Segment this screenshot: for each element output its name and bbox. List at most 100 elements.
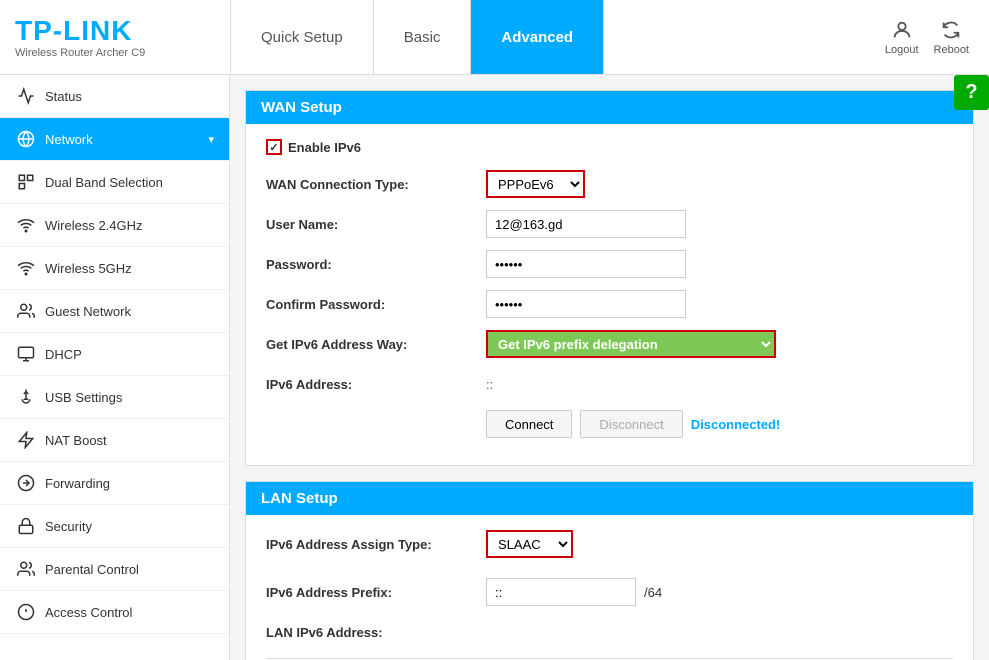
assign-type-row: IPv6 Address Assign Type: SLAAC DHCPv6 D… <box>266 530 953 558</box>
disconnect-button[interactable]: Disconnect <box>580 410 682 438</box>
sidebar-item-label: Dual Band Selection <box>45 175 163 190</box>
wireless-24-icon <box>15 214 37 236</box>
password-input[interactable] <box>486 250 686 278</box>
sidebar-item-nat-boost[interactable]: NAT Boost <box>0 419 229 462</box>
sidebar-item-forwarding[interactable]: Forwarding <box>0 462 229 505</box>
username-control <box>486 210 686 238</box>
password-label: Password: <box>266 257 486 272</box>
sidebar-item-dhcp[interactable]: DHCP <box>0 333 229 376</box>
wan-setup-body: Enable IPv6 WAN Connection Type: PPPoEv6… <box>246 124 973 465</box>
wan-connection-type-select[interactable]: PPPoEv6 DHCPv6 Static IPv6 <box>486 170 585 198</box>
sidebar: Status Network ▾ Dual Band Selection <box>0 75 230 660</box>
header-actions: Logout Reboot <box>865 19 989 56</box>
content-area: ? WAN Setup Enable IPv6 WAN Connection T… <box>230 75 989 660</box>
connect-row: Connect Disconnect Disconnected! <box>266 410 953 438</box>
assign-type-control: SLAAC DHCPv6 Disabled <box>486 530 573 558</box>
sidebar-item-parental-control[interactable]: Parental Control <box>0 548 229 591</box>
network-icon <box>15 128 37 150</box>
lan-setup-section: LAN Setup IPv6 Address Assign Type: SLAA… <box>245 481 974 660</box>
wan-connection-type-control: PPPoEv6 DHCPv6 Static IPv6 <box>486 170 585 198</box>
enable-ipv6-label: Enable IPv6 <box>288 140 361 155</box>
sidebar-item-label: Wireless 5GHz <box>45 261 132 276</box>
sidebar-item-label: Security <box>45 519 92 534</box>
ipv6-address-row: IPv6 Address: :: <box>266 370 953 398</box>
tab-quick-setup[interactable]: Quick Setup <box>230 0 374 74</box>
get-ipv6-control: Get IPv6 prefix delegation Use IP addres… <box>486 330 776 358</box>
assign-type-label: IPv6 Address Assign Type: <box>266 537 486 552</box>
get-ipv6-label: Get IPv6 Address Way: <box>266 337 486 352</box>
confirm-password-row: Confirm Password: <box>266 290 953 318</box>
dhcp-icon <box>15 343 37 365</box>
confirm-password-control <box>486 290 686 318</box>
logout-label: Logout <box>885 44 919 56</box>
forwarding-icon <box>15 472 37 494</box>
connect-controls: Connect Disconnect Disconnected! <box>486 410 780 438</box>
nat-icon <box>15 429 37 451</box>
prefix-control: /64 <box>486 578 662 606</box>
sidebar-item-label: Guest Network <box>45 304 131 319</box>
enable-ipv6-row: Enable IPv6 <box>266 139 953 155</box>
sidebar-item-label: Status <box>45 89 82 104</box>
lan-ipv6-row: LAN IPv6 Address: <box>266 618 953 646</box>
reboot-label: Reboot <box>934 44 969 56</box>
wireless-5-icon <box>15 257 37 279</box>
sidebar-item-label: Access Control <box>45 605 132 620</box>
prefix-suffix: /64 <box>644 585 662 600</box>
logout-button[interactable]: Logout <box>885 19 919 56</box>
sidebar-item-label: NAT Boost <box>45 433 107 448</box>
ipv6-address-value: :: <box>486 377 493 392</box>
reboot-button[interactable]: Reboot <box>934 19 969 56</box>
confirm-password-label: Confirm Password: <box>266 297 486 312</box>
tab-basic[interactable]: Basic <box>374 0 472 74</box>
guest-network-icon <box>15 300 37 322</box>
confirm-password-input[interactable] <box>486 290 686 318</box>
help-button[interactable]: ? <box>954 75 989 110</box>
main-layout: Status Network ▾ Dual Band Selection <box>0 75 989 660</box>
wan-setup-header: WAN Setup <box>246 91 973 124</box>
ipv6-address-control: :: <box>486 377 493 392</box>
ipv6-address-label: IPv6 Address: <box>266 377 486 392</box>
sidebar-item-access-control[interactable]: Access Control <box>0 591 229 634</box>
sidebar-item-label: DHCP <box>45 347 82 362</box>
prefix-input[interactable] <box>486 578 636 606</box>
sidebar-item-security[interactable]: Security <box>0 505 229 548</box>
username-row: User Name: <box>266 210 953 238</box>
enable-ipv6-checkbox[interactable] <box>266 139 282 155</box>
wan-setup-section: WAN Setup Enable IPv6 WAN Connection Typ… <box>245 90 974 466</box>
usb-icon <box>15 386 37 408</box>
sidebar-item-label: Wireless 2.4GHz <box>45 218 143 233</box>
prefix-row: IPv6 Address Prefix: /64 <box>266 578 953 606</box>
username-input[interactable] <box>486 210 686 238</box>
security-icon <box>15 515 37 537</box>
sidebar-item-usb-settings[interactable]: USB Settings <box>0 376 229 419</box>
logo: TP-LINK <box>15 15 215 47</box>
connection-status: Disconnected! <box>691 417 781 432</box>
lan-setup-body: IPv6 Address Assign Type: SLAAC DHCPv6 D… <box>246 515 973 660</box>
logo-area: TP-LINK Wireless Router Archer C9 <box>0 5 230 69</box>
dual-band-icon <box>15 171 37 193</box>
sidebar-item-wireless-5[interactable]: Wireless 5GHz <box>0 247 229 290</box>
access-control-icon <box>15 601 37 623</box>
logo-subtitle: Wireless Router Archer C9 <box>15 47 215 59</box>
assign-type-select[interactable]: SLAAC DHCPv6 Disabled <box>486 530 573 558</box>
get-ipv6-row: Get IPv6 Address Way: Get IPv6 prefix de… <box>266 330 953 358</box>
sidebar-item-network[interactable]: Network ▾ <box>0 118 229 161</box>
wan-connection-type-row: WAN Connection Type: PPPoEv6 DHCPv6 Stat… <box>266 170 953 198</box>
sidebar-item-dual-band[interactable]: Dual Band Selection <box>0 161 229 204</box>
status-icon <box>15 85 37 107</box>
get-ipv6-select[interactable]: Get IPv6 prefix delegation Use IP addres… <box>486 330 776 358</box>
chevron-down-icon: ▾ <box>208 133 214 146</box>
sidebar-item-status[interactable]: Status <box>0 75 229 118</box>
sidebar-item-label: USB Settings <box>45 390 122 405</box>
wan-connection-type-label: WAN Connection Type: <box>266 177 486 192</box>
connect-button[interactable]: Connect <box>486 410 572 438</box>
prefix-label: IPv6 Address Prefix: <box>266 585 486 600</box>
tab-advanced[interactable]: Advanced <box>471 0 604 74</box>
sidebar-item-label: Forwarding <box>45 476 110 491</box>
sidebar-item-label: Network <box>45 132 93 147</box>
password-control <box>486 250 686 278</box>
sidebar-item-wireless-24[interactable]: Wireless 2.4GHz <box>0 204 229 247</box>
sidebar-item-guest-network[interactable]: Guest Network <box>0 290 229 333</box>
parental-icon <box>15 558 37 580</box>
username-label: User Name: <box>266 217 486 232</box>
